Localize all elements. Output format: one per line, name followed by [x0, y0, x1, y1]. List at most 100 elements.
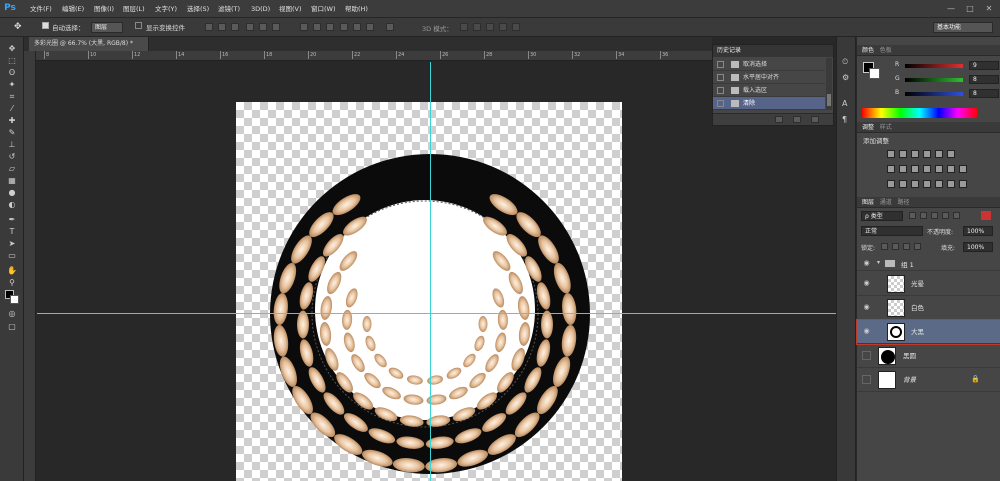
- layer-row[interactable]: ◉ 白色: [857, 296, 1000, 320]
- history-checkbox[interactable]: [717, 61, 724, 68]
- adjustment-icon[interactable]: [947, 165, 955, 173]
- layer-thumbnail[interactable]: [887, 275, 905, 293]
- dodge-icon[interactable]: ◐: [6, 200, 18, 209]
- tab-paths[interactable]: 路径: [898, 199, 910, 206]
- lock-pixels-icon[interactable]: [892, 243, 899, 250]
- adjustment-icon[interactable]: [947, 180, 955, 188]
- quick-mask-icon[interactable]: ◎: [6, 309, 18, 318]
- background-color-swatch[interactable]: [869, 68, 880, 79]
- menu-file[interactable]: 文件(F): [30, 3, 52, 15]
- filter-type-icon[interactable]: [931, 212, 938, 219]
- adjustment-icon[interactable]: [887, 165, 895, 173]
- screen-mode-icon[interactable]: ▢: [6, 322, 18, 331]
- layer-row-selected[interactable]: ◉ 大黑: [856, 319, 1000, 345]
- adjustment-icon[interactable]: [899, 150, 907, 158]
- adjustment-icon[interactable]: [911, 150, 919, 158]
- align-vcenter-icon[interactable]: [218, 23, 226, 31]
- magic-wand-icon[interactable]: ✦: [6, 80, 18, 89]
- adjustment-icon[interactable]: [947, 150, 955, 158]
- distribute-bottom-icon[interactable]: [326, 23, 334, 31]
- color-spectrum-bar[interactable]: [862, 108, 977, 118]
- adjustment-icon[interactable]: [923, 165, 931, 173]
- red-slider[interactable]: [905, 64, 963, 68]
- history-panel-title[interactable]: 历史记录: [713, 45, 833, 57]
- history-checkbox[interactable]: [717, 87, 724, 94]
- green-slider[interactable]: [905, 78, 963, 82]
- type-icon[interactable]: T: [6, 227, 18, 236]
- show-transform-checkbox[interactable]: [135, 22, 142, 29]
- menu-view[interactable]: 视图(V): [279, 3, 302, 15]
- tab-styles[interactable]: 样式: [880, 124, 892, 131]
- adjustment-icon[interactable]: [887, 150, 895, 158]
- green-value[interactable]: 8: [969, 75, 999, 84]
- blue-slider[interactable]: [905, 92, 963, 96]
- history-item-selected[interactable]: 清除: [713, 97, 825, 110]
- tab-channels[interactable]: 通道: [880, 199, 892, 206]
- document-tab[interactable]: 多彩光圈 @ 66.7% (大黑, RGB/8) *: [29, 37, 149, 51]
- menu-edit[interactable]: 编辑(E): [62, 3, 84, 15]
- tab-adjustments[interactable]: 调整: [862, 124, 874, 131]
- adjustment-icon[interactable]: [923, 180, 931, 188]
- horizontal-ruler[interactable]: 8 10 12 14 16 18 20 22 24 26 28 30 32 34 36: [36, 51, 712, 61]
- eye-icon[interactable]: [862, 351, 871, 360]
- tab-color[interactable]: 颜色: [862, 47, 874, 54]
- filter-adjust-icon[interactable]: [920, 212, 927, 219]
- lasso-icon[interactable]: ʘ: [6, 68, 18, 77]
- eraser-icon[interactable]: ▱: [6, 164, 18, 173]
- history-scrollbar[interactable]: [826, 58, 832, 110]
- distribute-left-icon[interactable]: [340, 23, 348, 31]
- trash-icon[interactable]: [811, 116, 819, 123]
- brush-icon[interactable]: ✎: [6, 128, 18, 137]
- filter-smart-icon[interactable]: [953, 212, 960, 219]
- auto-select-checkbox[interactable]: [42, 22, 49, 29]
- close-icon[interactable]: ✕: [980, 2, 998, 15]
- shape-icon[interactable]: ▭: [6, 251, 18, 260]
- chevron-down-icon[interactable]: ▾: [877, 259, 880, 266]
- distribute-top-icon[interactable]: [300, 23, 308, 31]
- menu-select[interactable]: 选择(S): [187, 3, 209, 15]
- menu-3d[interactable]: 3D(D): [251, 3, 270, 15]
- eye-icon[interactable]: ◉: [862, 259, 871, 268]
- menu-image[interactable]: 图像(I): [94, 3, 114, 15]
- align-hcenter-icon[interactable]: [259, 23, 267, 31]
- filter-toggle-icon[interactable]: [981, 211, 991, 220]
- crop-icon[interactable]: ⌗: [6, 92, 18, 101]
- adjustment-icon[interactable]: [959, 180, 967, 188]
- marquee-icon[interactable]: ⬚: [6, 56, 18, 65]
- stamp-icon[interactable]: ⊥: [6, 140, 18, 149]
- 3d-scale-icon[interactable]: [512, 23, 520, 31]
- history-item[interactable]: 取消选择: [713, 58, 825, 71]
- menu-type[interactable]: 文字(Y): [155, 3, 177, 15]
- align-left-icon[interactable]: [246, 23, 254, 31]
- new-document-from-state-icon[interactable]: [775, 116, 783, 123]
- tab-swatches[interactable]: 色板: [880, 47, 892, 54]
- align-right-icon[interactable]: [272, 23, 280, 31]
- layer-row[interactable]: ◉ 光晕: [857, 272, 1000, 296]
- red-value[interactable]: 9: [969, 61, 999, 70]
- adjustment-icon[interactable]: [923, 150, 931, 158]
- character-icon[interactable]: A: [842, 99, 852, 109]
- pen-icon[interactable]: ✒: [6, 215, 18, 224]
- adjustment-icon[interactable]: [899, 180, 907, 188]
- eye-icon[interactable]: [862, 375, 871, 384]
- 3d-roll-icon[interactable]: [473, 23, 481, 31]
- filter-pixel-icon[interactable]: [909, 212, 916, 219]
- menu-layer[interactable]: 图层(L): [123, 3, 145, 15]
- menu-window[interactable]: 窗口(W): [311, 3, 336, 15]
- filter-shape-icon[interactable]: [942, 212, 949, 219]
- blue-value[interactable]: 8: [969, 89, 999, 98]
- adjustment-icon[interactable]: [935, 165, 943, 173]
- adjustment-icon[interactable]: [887, 180, 895, 188]
- camera-icon[interactable]: [793, 116, 801, 123]
- layer-group-row[interactable]: ◉ ▾ 组 1: [857, 257, 1000, 271]
- layer-thumbnail[interactable]: [887, 323, 905, 341]
- layer-row[interactable]: 背景 🔒: [857, 368, 1000, 392]
- menu-filter[interactable]: 滤镜(T): [218, 3, 240, 15]
- properties-icon[interactable]: ⚙: [842, 73, 852, 83]
- hand-icon[interactable]: ✋: [6, 266, 18, 275]
- history-scroll-thumb[interactable]: [827, 94, 831, 106]
- eye-icon[interactable]: ◉: [862, 303, 871, 312]
- zoom-icon[interactable]: ⚲: [6, 278, 18, 287]
- layer-thumbnail[interactable]: [878, 347, 896, 365]
- adjustment-icon[interactable]: [911, 180, 919, 188]
